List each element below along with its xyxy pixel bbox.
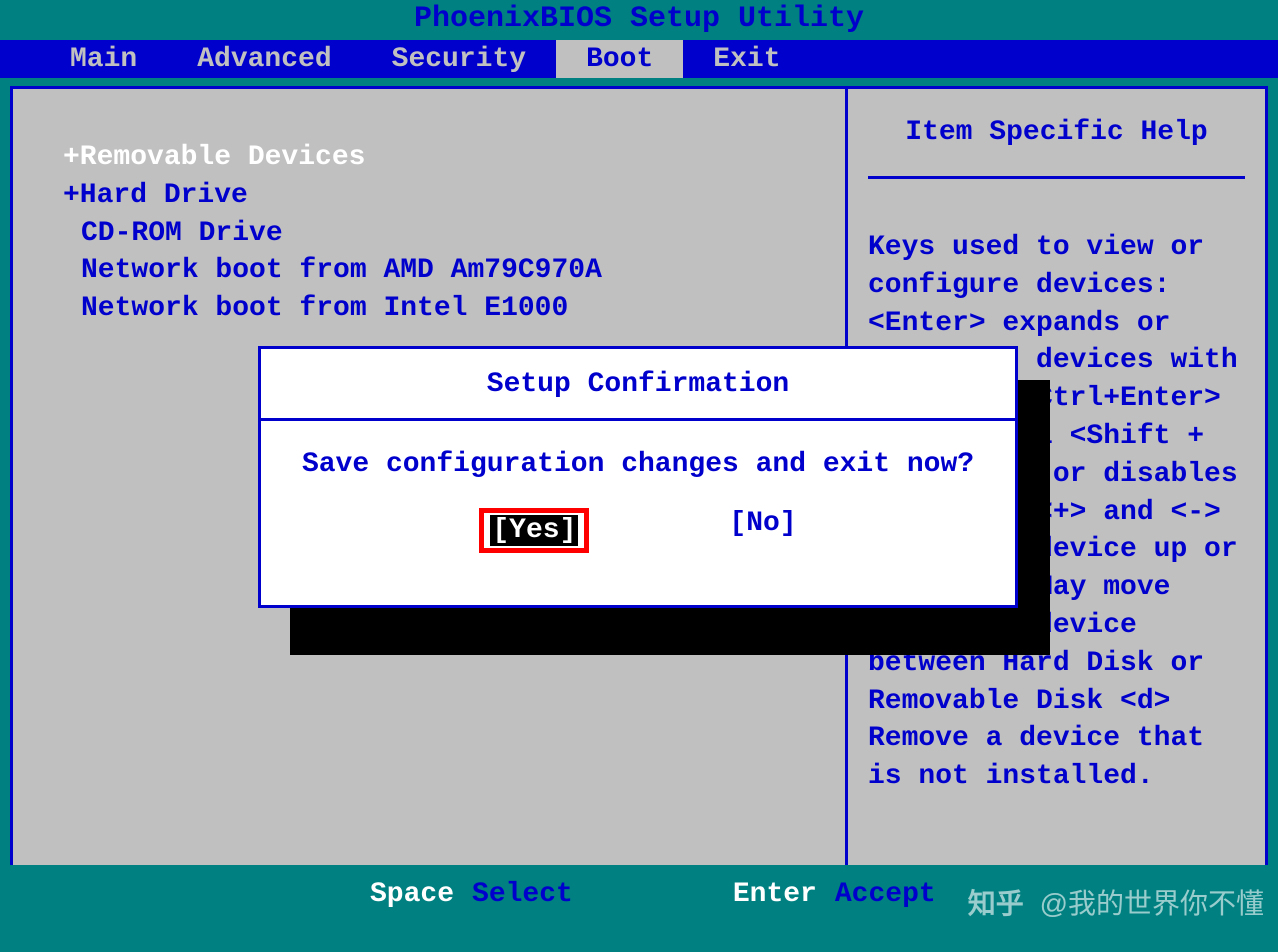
menu-exit[interactable]: Exit bbox=[683, 40, 810, 78]
footer-action-select: Select bbox=[472, 879, 573, 910]
watermark-text: @我的世界你不懂 bbox=[1040, 888, 1264, 919]
watermark-logo: 知乎 bbox=[968, 888, 1024, 919]
dialog-buttons: [Yes] [No] bbox=[261, 504, 1015, 553]
menu-bar: Main Advanced Security Boot Exit bbox=[0, 40, 1278, 78]
yes-button[interactable]: [Yes] bbox=[490, 515, 578, 546]
boot-item-cdrom[interactable]: CD-ROM Drive bbox=[81, 215, 825, 253]
footer-key-enter: Enter bbox=[733, 879, 817, 910]
menu-boot[interactable]: Boot bbox=[556, 40, 683, 78]
dialog-message: Save configuration changes and exit now? bbox=[261, 421, 1015, 504]
dialog-title: Setup Confirmation bbox=[261, 349, 1015, 421]
footer-key-space: Space bbox=[370, 879, 454, 910]
menu-security[interactable]: Security bbox=[362, 40, 556, 78]
boot-item-network-intel[interactable]: Network boot from Intel E1000 bbox=[81, 290, 825, 328]
watermark: 知乎 @我的世界你不懂 bbox=[968, 882, 1264, 922]
footer-action-accept: Accept bbox=[835, 879, 936, 910]
menu-main[interactable]: Main bbox=[40, 40, 167, 78]
no-button[interactable]: [No] bbox=[729, 508, 796, 553]
setup-confirmation-dialog: Setup Confirmation Save configuration ch… bbox=[258, 346, 1018, 608]
menu-advanced[interactable]: Advanced bbox=[167, 40, 361, 78]
yes-button-highlight: [Yes] bbox=[479, 508, 589, 553]
boot-item-removable[interactable]: +Removable Devices bbox=[63, 139, 825, 177]
boot-item-network-amd[interactable]: Network boot from AMD Am79C970A bbox=[81, 252, 825, 290]
boot-item-hard-drive[interactable]: +Hard Drive bbox=[63, 177, 825, 215]
bios-title: PhoenixBIOS Setup Utility bbox=[0, 0, 1278, 40]
help-title: Item Specific Help bbox=[868, 109, 1245, 179]
